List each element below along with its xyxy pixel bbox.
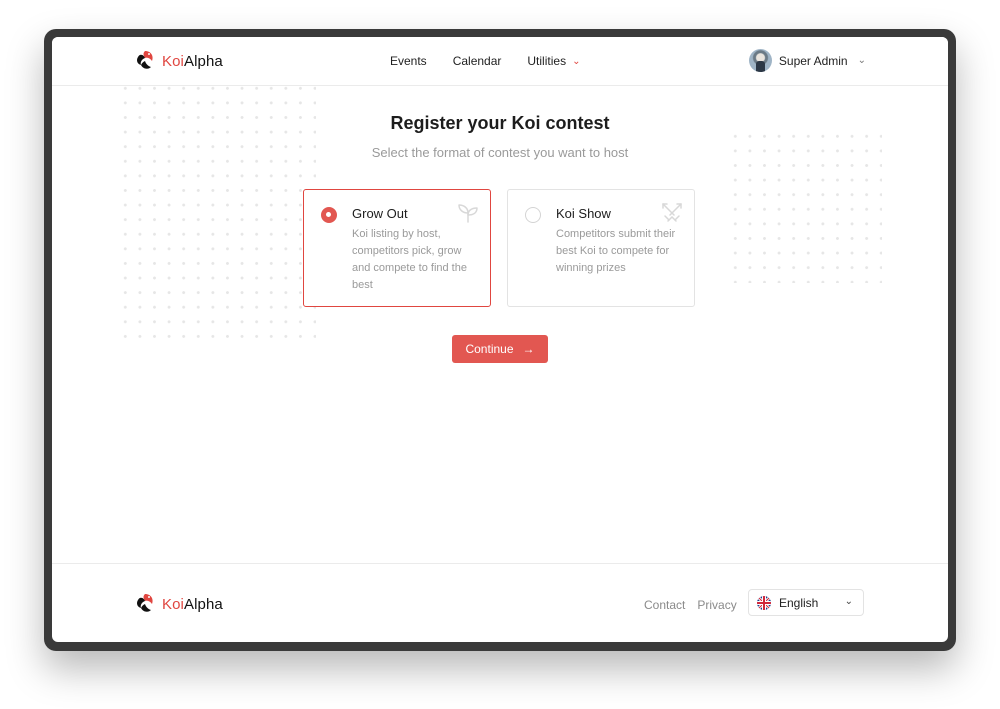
chevron-down-icon: ⌄	[572, 55, 581, 67]
language-label: English	[779, 595, 819, 610]
nav-utilities[interactable]: Utilities ⌄	[527, 54, 580, 68]
option-title: Koi Show	[556, 206, 611, 221]
koi-logo-icon	[137, 51, 153, 69]
radio-grow-out[interactable]	[321, 207, 337, 223]
page-title: Register your Koi contest	[390, 113, 610, 133]
sprout-icon	[458, 204, 478, 223]
option-description: Koi listing by host, competitors pick, g…	[352, 228, 467, 291]
option-title: Grow Out	[352, 206, 408, 221]
brand-name: KoiAlpha	[162, 53, 223, 70]
app-screen: KoiAlpha Events Calendar Utilities ⌄ Sup…	[52, 37, 948, 642]
main-nav: Events Calendar Utilities ⌄	[390, 37, 606, 85]
user-menu[interactable]: Super Admin ⌄	[748, 49, 866, 72]
footer: KoiAlpha Contact Privacy English ⌄	[52, 563, 948, 642]
brand-name-koi: Koi	[162, 595, 184, 613]
footer-brand-logo[interactable]: KoiAlpha	[134, 592, 223, 616]
nav-calendar[interactable]: Calendar	[453, 54, 502, 68]
brand-name-alpha: Alpha	[183, 595, 223, 613]
chevron-down-icon: ⌄	[857, 55, 866, 66]
koi-logo-icon	[137, 594, 153, 612]
brand-name-alpha: Alpha	[183, 52, 223, 70]
radio-koi-show[interactable]	[525, 207, 541, 223]
chevron-down-icon: ⌄	[844, 596, 853, 607]
footer-links: Contact Privacy	[644, 598, 737, 612]
option-card-grow-out[interactable]: Grow Out Koi listing by host, competitor…	[303, 189, 491, 307]
nav-events[interactable]: Events	[390, 54, 427, 68]
privacy-link[interactable]: Privacy	[697, 598, 736, 612]
swords-icon	[662, 203, 682, 222]
avatar	[748, 49, 772, 72]
top-navbar: KoiAlpha Events Calendar Utilities ⌄ Sup…	[52, 37, 948, 86]
uk-flag-icon	[757, 595, 771, 610]
language-select[interactable]: English ⌄	[748, 589, 864, 616]
option-description: Competitors submit their best Koi to com…	[556, 228, 676, 274]
page-subtitle: Select the format of contest you want to…	[371, 145, 629, 160]
contact-link[interactable]: Contact	[644, 598, 685, 612]
user-name: Super Admin	[778, 53, 848, 68]
continue-button[interactable]: Continue →	[452, 335, 548, 363]
brand-logo[interactable]: KoiAlpha	[134, 49, 223, 73]
arrow-right-icon: →	[522, 342, 535, 356]
option-card-koi-show[interactable]: Koi Show Competitors submit their best K…	[507, 189, 695, 307]
brand-name: KoiAlpha	[162, 596, 223, 613]
continue-label: Continue	[465, 342, 514, 356]
nav-utilities-label: Utilities	[527, 54, 567, 68]
brand-name-koi: Koi	[162, 52, 184, 70]
